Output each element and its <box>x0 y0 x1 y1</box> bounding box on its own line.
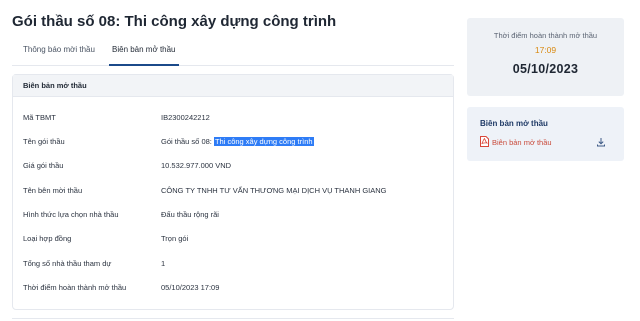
row-value: 05/10/2023 17:09 <box>161 283 220 292</box>
completion-time-panel: Thời điểm hoàn thành mở thầu 17:09 05/10… <box>467 18 624 96</box>
card-header: Biên bản mở thầu <box>13 75 453 97</box>
page-title: Gói thầu số 08: Thi công xây dựng công t… <box>12 13 337 30</box>
page: Gói thầu số 08: Thi công xây dựng công t… <box>0 0 640 321</box>
row-bid-notice-code: Mã TBMT IB2300242212 <box>13 107 453 131</box>
row-completion-time: Thời điểm hoàn thành mở thầu 05/10/2023 … <box>13 277 453 301</box>
row-package-price: Giá gói thầu 10.532.977.000 VND <box>13 155 453 179</box>
row-key: Loại hợp đồng <box>23 234 72 243</box>
row-key: Tên gói thầu <box>23 137 65 146</box>
row-value: IB2300242212 <box>161 113 210 122</box>
row-bidder-count: Tổng số nhà thầu tham dự 1 <box>13 253 453 277</box>
completion-time-clock: 17:09 <box>534 45 557 55</box>
opening-minutes-card: Biên bản mở thầu Mã TBMT IB2300242212 Tê… <box>12 74 454 310</box>
active-tab-indicator <box>109 64 179 66</box>
row-key: Thời điểm hoàn thành mở thầu <box>23 283 127 292</box>
completion-date: 05/10/2023 <box>512 62 579 76</box>
row-value: Đấu thầu rộng rãi <box>161 210 219 219</box>
row-package-name: Tên gói thầu Gói thầu số 08: Thi công xâ… <box>13 131 453 155</box>
row-value: Gói thầu số 08: Thi công xây dựng công t… <box>161 137 314 146</box>
document-file-label[interactable]: Biên bản mở thầu <box>492 138 552 147</box>
row-selection-method: Hình thức lựa chọn nhà thầu Đấu thầu rộn… <box>13 204 453 228</box>
value-prefix: Gói thầu số 08: <box>161 137 214 146</box>
row-value: 10.532.977.000 VND <box>161 161 232 170</box>
row-contract-type: Loại hợp đồng Trọn gói <box>13 228 453 252</box>
divider <box>12 318 454 319</box>
tab-invitation[interactable]: Thông báo mời thầu <box>23 45 95 54</box>
pdf-icon <box>480 136 489 147</box>
row-key: Tên bên mời thầu <box>23 186 83 195</box>
document-panel-title: Biên bản mở thầu <box>480 119 548 128</box>
tab-opening-minutes[interactable]: Biên bản mở thầu <box>112 45 176 54</box>
card-header-title: Biên bản mở thầu <box>23 81 87 90</box>
row-key: Giá gói thầu <box>23 161 64 170</box>
completion-time-label: Thời điểm hoàn thành mở thầu <box>493 31 598 40</box>
document-panel: Biên bản mở thầu Biên bản mở thầu <box>467 107 624 161</box>
row-key: Tổng số nhà thầu tham dự <box>23 259 112 268</box>
row-procuring-entity: Tên bên mời thầu CÔNG TY TNHH TƯ VẤN THƯ… <box>13 180 453 204</box>
download-icon[interactable] <box>596 137 606 147</box>
row-value: CÔNG TY TNHH TƯ VẤN THƯƠNG MẠI DỊCH VỤ T… <box>161 186 387 195</box>
tab-bar: Thông báo mời thầu Biên bản mở thầu <box>12 40 454 66</box>
row-key: Hình thức lựa chọn nhà thầu <box>23 210 119 219</box>
row-value: Trọn gói <box>161 234 189 243</box>
row-value: 1 <box>161 259 166 268</box>
selected-text[interactable]: Thi công xây dựng công trình <box>213 137 314 146</box>
row-key: Mã TBMT <box>23 113 56 122</box>
